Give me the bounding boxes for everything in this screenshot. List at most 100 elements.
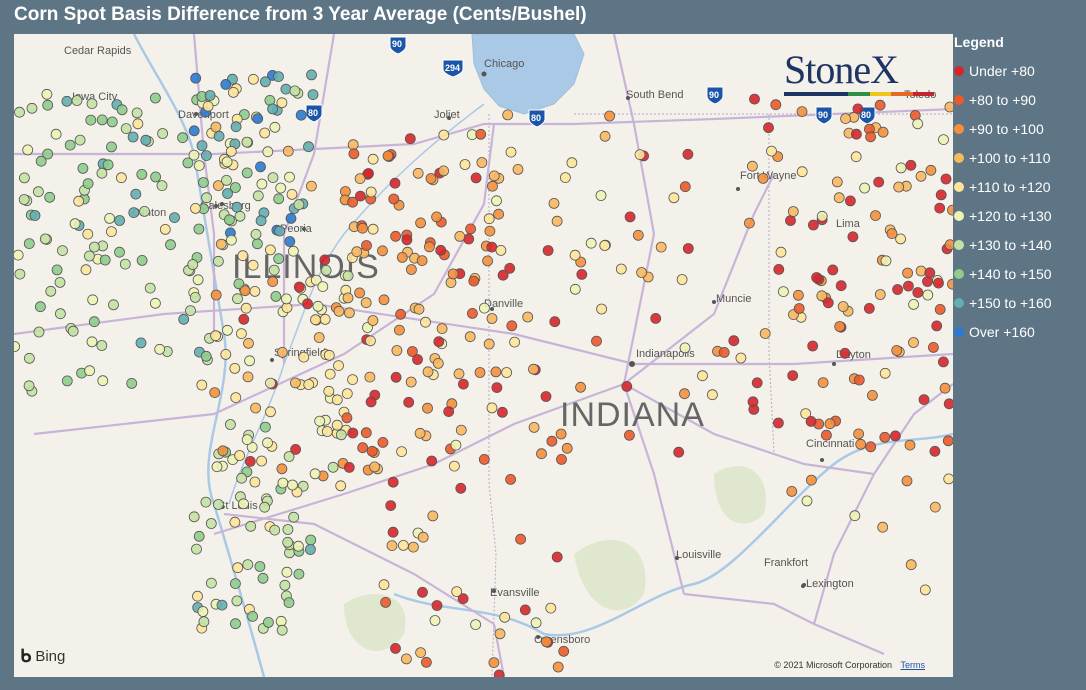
basis-point[interactable]: [505, 146, 517, 158]
basis-point[interactable]: [84, 365, 95, 377]
basis-point[interactable]: [149, 297, 161, 309]
basis-point[interactable]: [202, 100, 214, 112]
basis-point[interactable]: [347, 196, 359, 208]
basis-point[interactable]: [650, 312, 662, 324]
basis-point[interactable]: [558, 645, 570, 657]
basis-point[interactable]: [293, 199, 305, 211]
basis-point[interactable]: [497, 269, 509, 281]
basis-point[interactable]: [901, 475, 913, 487]
basis-point[interactable]: [273, 71, 284, 82]
basis-point[interactable]: [102, 159, 114, 171]
basis-point[interactable]: [136, 254, 148, 266]
basis-point[interactable]: [855, 438, 867, 450]
basis-point[interactable]: [415, 217, 427, 229]
basis-point[interactable]: [551, 215, 563, 227]
basis-point[interactable]: [232, 562, 244, 574]
basis-point[interactable]: [515, 533, 527, 545]
basis-point[interactable]: [833, 192, 845, 204]
basis-point[interactable]: [229, 578, 241, 589]
basis-point[interactable]: [193, 223, 205, 235]
basis-point[interactable]: [347, 427, 359, 439]
basis-point[interactable]: [528, 363, 539, 375]
basis-point[interactable]: [333, 360, 344, 372]
basis-point[interactable]: [561, 442, 573, 454]
basis-point[interactable]: [230, 392, 242, 404]
legend-item[interactable]: +100 to +110: [954, 143, 1086, 172]
basis-point[interactable]: [463, 233, 475, 245]
basis-point[interactable]: [252, 113, 264, 124]
basis-point[interactable]: [367, 223, 379, 235]
basis-point[interactable]: [323, 385, 335, 397]
basis-point[interactable]: [624, 429, 635, 441]
basis-point[interactable]: [886, 228, 898, 240]
basis-point[interactable]: [427, 510, 439, 522]
basis-point[interactable]: [904, 439, 916, 451]
basis-point[interactable]: [357, 222, 368, 234]
basis-point[interactable]: [241, 167, 253, 179]
basis-point[interactable]: [270, 290, 282, 302]
basis-point[interactable]: [274, 225, 286, 237]
basis-point[interactable]: [306, 69, 317, 81]
basis-point[interactable]: [96, 167, 108, 179]
basis-point[interactable]: [837, 301, 849, 312]
basis-point[interactable]: [256, 455, 268, 467]
basis-point[interactable]: [905, 559, 917, 571]
basis-point[interactable]: [859, 182, 870, 194]
basis-point[interactable]: [310, 314, 321, 326]
basis-point[interactable]: [135, 337, 147, 349]
basis-point[interactable]: [185, 305, 196, 317]
basis-point[interactable]: [307, 89, 319, 100]
basis-point[interactable]: [309, 468, 321, 480]
basis-point[interactable]: [624, 211, 636, 223]
basis-point[interactable]: [204, 90, 216, 101]
basis-point[interactable]: [728, 335, 740, 347]
basis-point[interactable]: [632, 229, 644, 241]
basis-point[interactable]: [116, 104, 128, 116]
basis-point[interactable]: [528, 421, 540, 433]
basis-point[interactable]: [415, 647, 427, 658]
basis-point[interactable]: [902, 267, 913, 279]
basis-point[interactable]: [198, 616, 210, 628]
basis-point[interactable]: [496, 406, 508, 418]
basis-point[interactable]: [509, 336, 521, 348]
basis-point[interactable]: [205, 577, 217, 589]
basis-point[interactable]: [259, 76, 271, 88]
basis-point[interactable]: [197, 606, 209, 617]
basis-point[interactable]: [209, 387, 221, 399]
basis-point[interactable]: [96, 114, 108, 126]
basis-point[interactable]: [679, 388, 690, 400]
basis-point[interactable]: [877, 521, 889, 533]
legend-item[interactable]: +140 to +150: [954, 260, 1086, 289]
basis-point[interactable]: [816, 210, 828, 222]
basis-point[interactable]: [222, 188, 233, 199]
basis-point[interactable]: [223, 214, 235, 226]
basis-point[interactable]: [249, 285, 261, 297]
basis-point[interactable]: [801, 495, 813, 507]
basis-point[interactable]: [220, 348, 232, 360]
basis-point[interactable]: [295, 109, 307, 121]
basis-point[interactable]: [668, 192, 680, 204]
legend-item[interactable]: +120 to +130: [954, 201, 1086, 230]
basis-point[interactable]: [77, 162, 89, 174]
basis-point[interactable]: [276, 97, 288, 109]
basis-point[interactable]: [395, 308, 407, 320]
basis-point[interactable]: [210, 121, 222, 133]
basis-point[interactable]: [342, 270, 354, 282]
basis-point[interactable]: [276, 624, 288, 636]
basis-point[interactable]: [493, 669, 505, 677]
basis-point[interactable]: [321, 426, 333, 437]
basis-point[interactable]: [290, 443, 302, 455]
basis-point[interactable]: [247, 259, 259, 271]
basis-point[interactable]: [210, 330, 222, 342]
basis-point[interactable]: [459, 159, 471, 170]
basis-point[interactable]: [775, 246, 787, 258]
basis-point[interactable]: [673, 446, 685, 458]
basis-point[interactable]: [190, 72, 202, 84]
basis-point[interactable]: [259, 127, 271, 139]
basis-point[interactable]: [377, 436, 389, 448]
basis-point[interactable]: [388, 193, 400, 205]
basis-point[interactable]: [867, 389, 878, 401]
basis-point[interactable]: [23, 352, 35, 364]
basis-point[interactable]: [947, 204, 954, 216]
basis-point[interactable]: [390, 371, 402, 383]
